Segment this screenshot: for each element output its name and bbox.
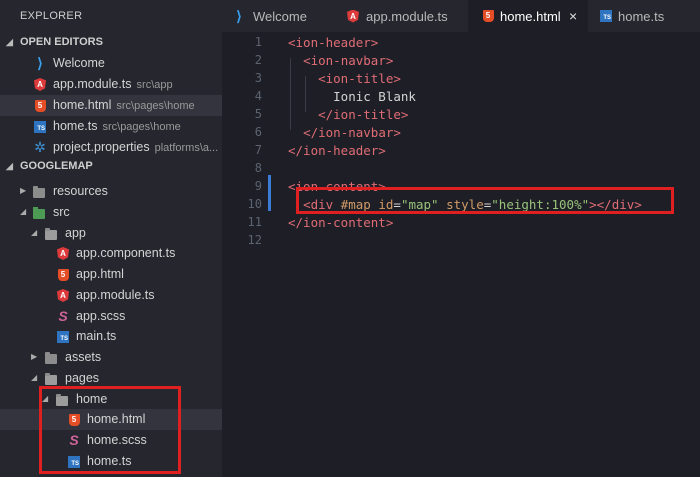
expand-arrow-icon: ▶ <box>20 186 27 195</box>
line-number: 6 <box>254 125 262 139</box>
tree-file-app-html[interactable]: 5 app.html <box>0 264 222 285</box>
line-number: 11 <box>247 215 262 229</box>
angular-icon: A <box>34 78 46 91</box>
highlight-box <box>296 187 674 214</box>
open-editor-app-module[interactable]: A app.module.ts src\app <box>0 74 222 95</box>
line-number: 10 <box>247 197 262 211</box>
line-number: 1 <box>254 35 262 49</box>
collapse-arrow-icon: ◢ <box>31 373 38 382</box>
collapse-arrow-icon: ◢ <box>20 207 27 216</box>
folder-open-icon <box>45 372 57 385</box>
code-line: </ion-navbar> <box>288 125 401 140</box>
line-number: 9 <box>254 179 262 193</box>
explorer-title: EXPLORER <box>20 10 83 22</box>
open-editors-header[interactable]: ◢ OPEN EDITORS <box>0 33 222 53</box>
line-number: 2 <box>254 53 262 67</box>
editor-tab-bar: ⟩ Welcome A app.module.ts 5 home.html × … <box>222 0 700 32</box>
highlight-box <box>39 386 181 474</box>
explorer-sidebar: EXPLORER ◢ OPEN EDITORS ⟩ Welcome A app.… <box>0 0 222 477</box>
html5-icon: 5 <box>34 99 46 112</box>
line-number: 4 <box>254 89 262 103</box>
code-token: <ion-title> <box>318 71 401 86</box>
angular-icon: A <box>57 289 69 302</box>
line-number: 5 <box>254 107 262 121</box>
html5-icon: 5 <box>57 268 69 281</box>
gear-icon: ✲ <box>34 139 46 155</box>
line-number: 7 <box>254 143 262 157</box>
typescript-icon: TS <box>34 120 46 133</box>
code-line: Ionic Blank <box>288 89 416 104</box>
collapse-arrow-icon: ◢ <box>6 37 13 47</box>
html5-icon: 5 <box>481 9 495 23</box>
tab-welcome[interactable]: ⟩ Welcome <box>222 0 334 32</box>
open-editor-home-ts[interactable]: TS home.ts src\pages\home <box>0 116 222 137</box>
vscode-icon: ⟩ <box>37 55 43 71</box>
line-number: 12 <box>247 233 262 247</box>
code-editor[interactable]: 1 2 3 4 5 6 7 8 9 10 11 12 <ion-header> <ion-navbar>… <box>222 32 700 477</box>
folder-open-icon <box>45 227 57 240</box>
tree-file-app-component[interactable]: A app.component.ts <box>0 243 222 264</box>
angular-icon: A <box>57 247 69 260</box>
code-line: </ion-title> <box>288 107 408 122</box>
code-token: <ion-header> <box>288 35 379 50</box>
code-line: </ion-content> <box>288 215 393 230</box>
typescript-icon: TS <box>599 9 613 23</box>
code-line: <ion-title> <box>288 71 401 86</box>
collapse-arrow-icon: ◢ <box>6 161 13 171</box>
code-line: <ion-header> <box>288 35 378 50</box>
folder-icon <box>33 185 45 198</box>
tab-app-module[interactable]: A app.module.ts <box>335 0 467 32</box>
line-number: 8 <box>254 161 262 175</box>
open-editor-home-html[interactable]: 5 home.html src\pages\home <box>0 95 222 116</box>
tree-folder-app[interactable]: ◢ app <box>0 223 222 244</box>
folder-icon <box>45 351 57 364</box>
open-editor-welcome[interactable]: ⟩ Welcome <box>0 53 222 74</box>
code-token: </ion-title> <box>318 107 409 122</box>
tab-home-ts[interactable]: TS home.ts <box>589 0 700 32</box>
tree-file-app-module[interactable]: A app.module.ts <box>0 285 222 306</box>
tree-file-app-scss[interactable]: S app.scss <box>0 306 222 327</box>
code-token: </ion-content> <box>288 215 394 230</box>
close-tab-icon[interactable]: × <box>569 8 577 24</box>
project-header[interactable]: ◢ GOOGLEMAP <box>0 157 222 177</box>
code-line: <ion-navbar> <box>288 53 393 68</box>
vscode-icon: ⟩ <box>236 7 242 24</box>
expand-arrow-icon: ▶ <box>31 352 38 361</box>
code-token: </ion-navbar> <box>303 125 401 140</box>
tab-home-html[interactable]: 5 home.html × <box>468 0 588 32</box>
git-change-marker <box>268 175 271 211</box>
code-token: Ionic Blank <box>288 89 416 104</box>
collapse-arrow-icon: ◢ <box>31 228 38 237</box>
sass-icon: S <box>58 308 68 324</box>
code-token: <ion-navbar> <box>303 53 394 68</box>
tree-file-main-ts[interactable]: TS main.ts <box>0 326 222 347</box>
tree-folder-src[interactable]: ◢ src <box>0 202 222 223</box>
typescript-icon: TS <box>57 330 69 343</box>
tree-folder-resources[interactable]: ▶ resources <box>0 181 222 202</box>
open-editor-project-properties[interactable]: ✲ project.properties platforms\a... <box>0 137 222 158</box>
src-folder-icon <box>33 206 45 219</box>
code-line: </ion-header> <box>288 143 386 158</box>
line-number: 3 <box>254 71 262 85</box>
angular-icon: A <box>346 9 360 23</box>
code-token: </ion-header> <box>288 143 386 158</box>
tree-folder-assets[interactable]: ▶ assets <box>0 347 222 368</box>
